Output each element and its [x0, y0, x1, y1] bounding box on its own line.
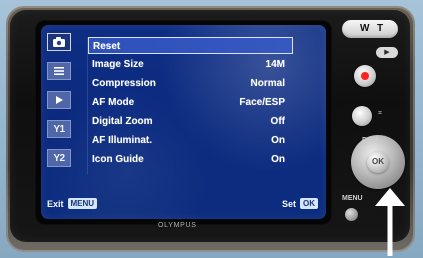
ok-button[interactable]: OK	[367, 151, 389, 173]
tab-y2-label: Y2	[53, 152, 65, 164]
camera-photo: Y1 Y2 Reset Image Size 14M Compression N…	[0, 0, 423, 258]
exit-label: Exit	[47, 198, 64, 209]
menu-item-label: AF Illuminat.	[92, 135, 152, 146]
menu-item-icon-guide[interactable]: Icon Guide On	[88, 151, 293, 168]
brand-logo: OLYMPUS	[158, 222, 197, 229]
menu-list: Reset Image Size 14M Compression Normal …	[87, 37, 293, 174]
menu-item-digital-zoom[interactable]: Digital Zoom Off	[88, 113, 293, 130]
screen-footer: Exit MENU Set OK	[41, 197, 326, 211]
menu-label: MENU	[342, 195, 363, 202]
zoom-wide-label: W	[360, 23, 370, 34]
menu-item-value: On	[271, 135, 285, 146]
menu-item-compression[interactable]: Compression Normal	[88, 75, 293, 92]
pointer-arrow-icon	[375, 188, 405, 256]
set-label: Set	[281, 198, 296, 209]
exit-hint: Exit MENU	[47, 198, 98, 209]
tab-y1[interactable]: Y1	[47, 120, 71, 138]
function-button[interactable]	[352, 106, 372, 126]
disp-label: DISP	[362, 137, 379, 144]
play-icon	[56, 96, 63, 104]
camera-screen: Y1 Y2 Reset Image Size 14M Compression N…	[41, 25, 326, 219]
zoom-tele-label: T	[377, 23, 384, 34]
tab-y1-label: Y1	[53, 123, 65, 135]
menu-item-image-size[interactable]: Image Size 14M	[88, 56, 293, 73]
menu-tabs: Y1 Y2	[47, 33, 74, 179]
menu-item-af-mode[interactable]: AF Mode Face/ESP	[88, 94, 293, 111]
record-button[interactable]	[354, 65, 376, 87]
list-icon	[54, 67, 64, 75]
record-dot-icon	[361, 72, 369, 80]
menu-item-value: Face/ESP	[239, 97, 285, 108]
set-hint: Set OK	[282, 198, 318, 209]
ok-key-chip: OK	[300, 198, 318, 209]
menu-item-label: Icon Guide	[92, 154, 144, 165]
menu-item-label: Image Size	[92, 59, 144, 70]
menu-item-label: Digital Zoom	[92, 116, 153, 127]
menu-button[interactable]	[345, 208, 358, 221]
tab-y2[interactable]: Y2	[47, 149, 71, 167]
menu-item-label: AF Mode	[92, 97, 135, 108]
tab-camera[interactable]	[47, 33, 71, 51]
zoom-rocker[interactable]: W T	[342, 20, 398, 38]
menu-item-value: 14M	[265, 59, 285, 70]
playback-button[interactable]: ▶	[376, 47, 398, 58]
tab-list[interactable]	[47, 62, 71, 80]
menu-key-chip: MENU	[67, 198, 98, 209]
menu-item-label: Compression	[92, 78, 156, 89]
menu-item-af-illuminat[interactable]: AF Illuminat. On	[88, 132, 293, 149]
menu-item-label: Reset	[93, 41, 121, 52]
menu-item-reset[interactable]: Reset	[88, 37, 293, 54]
menu-item-value: Off	[270, 116, 285, 127]
menu-item-value: Normal	[250, 78, 285, 89]
small-camera-icon: ⌗	[378, 110, 382, 117]
camera-icon	[53, 37, 65, 47]
tab-play[interactable]	[47, 91, 71, 109]
menu-item-value: On	[271, 154, 285, 165]
